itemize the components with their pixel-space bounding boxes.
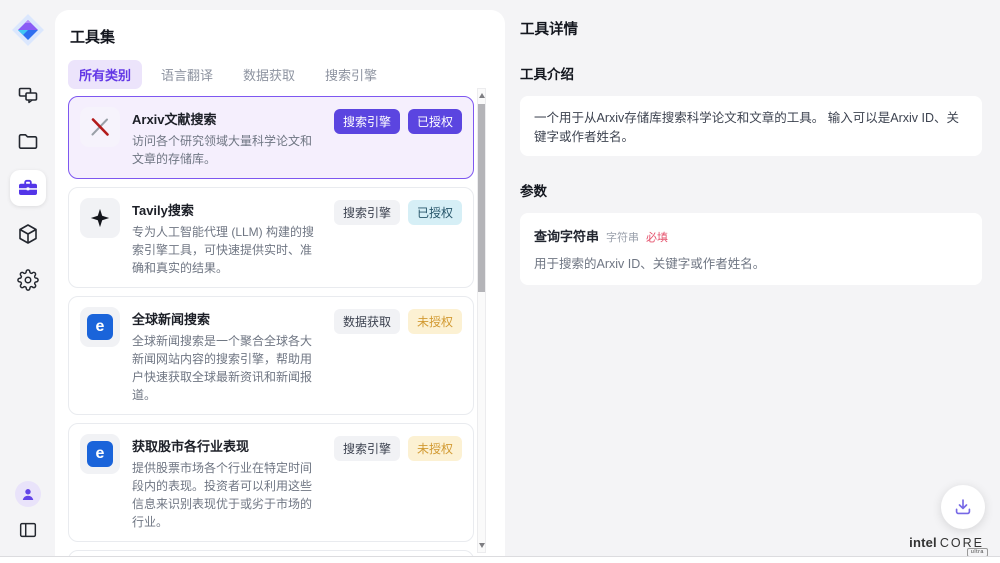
status-badge: 未授权 <box>408 436 462 461</box>
person-icon <box>19 485 37 503</box>
panel-layout-icon <box>17 519 39 541</box>
tool-card-main: 全球新闻搜索 全球新闻搜索是一个聚合全球各大新闻网站内容的搜索引擎，帮助用户快速… <box>132 307 322 404</box>
tools-panel: 工具集 所有类别语言翻译数据获取搜索引擎 Arxiv文献搜索 访问各个研究领域大… <box>55 10 505 557</box>
status-badge: 未授权 <box>408 309 462 334</box>
sidebar-item-files[interactable] <box>10 124 46 160</box>
tool-icon: e <box>80 307 120 347</box>
tool-title: Arxiv文献搜索 <box>132 109 322 128</box>
details-title: 工具详情 <box>520 18 982 39</box>
sidebar-item-chat[interactable] <box>10 78 46 114</box>
tool-card[interactable]: Tavily搜索 专为人工智能代理 (LLM) 构建的搜索引擎工具，可快速提供实… <box>68 187 474 288</box>
scroll-down-arrow[interactable] <box>479 543 485 548</box>
juhe-logo-icon: e <box>87 441 113 467</box>
sidebar-item-plugins[interactable] <box>10 216 46 252</box>
tool-title: 获取股市各行业表现 <box>132 436 322 455</box>
tool-description: 全球新闻搜索是一个聚合全球各大新闻网站内容的搜索引擎，帮助用户快速获取全球最新资… <box>132 332 322 404</box>
tool-description: 访问各个研究领域大量科学论文和文章的存储库。 <box>132 132 322 168</box>
tool-card[interactable]: e 获取市场最活跃股票信息 提供当天交易量最高的股票列表，投资者可以利用这些信息… <box>68 550 474 557</box>
tool-badges: 数据获取 未授权 <box>334 307 462 404</box>
tool-details-panel: 工具详情 工具介绍 一个用于从Arxiv存储库搜索科学论文和文章的工具。 输入可… <box>505 0 1000 556</box>
app-logo-icon <box>10 12 46 48</box>
category-tab[interactable]: 数据获取 <box>232 60 306 89</box>
category-tab[interactable]: 所有类别 <box>68 60 142 89</box>
scroll-up-arrow[interactable] <box>479 93 485 98</box>
sidebar-bottom <box>0 481 55 544</box>
sidebar-item-settings[interactable] <box>10 262 46 298</box>
tool-badges: 搜索引擎 已授权 <box>334 107 462 168</box>
tool-title: Tavily搜索 <box>132 200 322 219</box>
tool-icon <box>80 107 120 147</box>
intro-heading: 工具介绍 <box>520 63 982 83</box>
param-description: 用于搜索的Arxiv ID、关键字或作者姓名。 <box>534 253 968 272</box>
tool-card-main: Tavily搜索 专为人工智能代理 (LLM) 构建的搜索引擎工具，可快速提供实… <box>132 198 322 277</box>
param-item: 查询字符串 字符串 必填 用于搜索的Arxiv ID、关键字或作者姓名。 <box>534 226 968 272</box>
tool-icon: e <box>80 434 120 474</box>
category-badge: 搜索引擎 <box>334 436 400 461</box>
status-badge: 已授权 <box>408 109 462 134</box>
tool-card-main: 获取股市各行业表现 提供股票市场各个行业在特定时间段内的表现。投资者可以利用这些… <box>132 434 322 531</box>
page-title: 工具集 <box>55 10 505 47</box>
sparkle-icon <box>89 207 111 229</box>
tool-card[interactable]: Arxiv文献搜索 访问各个研究领域大量科学论文和文章的存储库。 搜索引擎 已授… <box>68 96 474 179</box>
param-required-flag: 必填 <box>646 229 668 245</box>
tool-description: 提供股票市场各个行业在特定时间段内的表现。投资者可以利用这些信息来识别表现优于或… <box>132 459 322 531</box>
gear-icon <box>17 269 39 291</box>
scrollbar[interactable] <box>477 88 486 553</box>
ultra-badge: ultra <box>967 548 988 557</box>
folder-icon <box>16 130 40 154</box>
cube-icon <box>16 222 40 246</box>
tool-card[interactable]: e 获取股市各行业表现 提供股票市场各个行业在特定时间段内的表现。投资者可以利用… <box>68 423 474 542</box>
params-heading: 参数 <box>520 180 982 200</box>
status-badge: 已授权 <box>408 200 462 225</box>
tool-badges: 搜索引擎 已授权 <box>334 198 462 277</box>
sidebar-nav <box>10 78 46 298</box>
param-head: 查询字符串 字符串 必填 <box>534 226 968 245</box>
intel-wordmark: intel <box>909 535 937 550</box>
intro-text: 一个用于从Arxiv存储库搜索科学论文和文章的工具。 输入可以是Arxiv ID… <box>520 96 982 156</box>
tool-card-list: Arxiv文献搜索 访问各个研究领域大量科学论文和文章的存储库。 搜索引擎 已授… <box>68 96 474 557</box>
tool-icon <box>80 198 120 238</box>
scrollbar-thumb[interactable] <box>478 104 485 292</box>
sidebar <box>0 0 55 556</box>
toolbox-icon <box>16 176 40 200</box>
tool-title: 全球新闻搜索 <box>132 309 322 328</box>
param-list: 查询字符串 字符串 必填 用于搜索的Arxiv ID、关键字或作者姓名。 <box>520 213 982 285</box>
category-tab[interactable]: 搜索引擎 <box>314 60 388 89</box>
tool-card[interactable]: e 全球新闻搜索 全球新闻搜索是一个聚合全球各大新闻网站内容的搜索引擎，帮助用户… <box>68 296 474 415</box>
intel-core-logo: intel CORE ultra <box>909 535 988 550</box>
app-window: 工具集 所有类别语言翻译数据获取搜索引擎 Arxiv文献搜索 访问各个研究领域大… <box>0 0 1000 557</box>
tool-card-main: Arxiv文献搜索 访问各个研究领域大量科学论文和文章的存储库。 <box>132 107 322 168</box>
category-tabs: 所有类别语言翻译数据获取搜索引擎 <box>55 47 505 89</box>
sidebar-item-tools[interactable] <box>10 170 46 206</box>
download-icon <box>952 496 974 518</box>
category-tab[interactable]: 语言翻译 <box>150 60 224 89</box>
category-badge: 数据获取 <box>334 309 400 334</box>
arxiv-logo-icon <box>88 115 112 139</box>
param-name: 查询字符串 <box>534 226 599 245</box>
download-button[interactable] <box>941 485 985 529</box>
category-badge: 搜索引擎 <box>334 109 400 134</box>
tool-description: 专为人工智能代理 (LLM) 构建的搜索引擎工具，可快速提供实时、准确和真实的结… <box>132 223 322 277</box>
category-badge: 搜索引擎 <box>334 200 400 225</box>
juhe-logo-icon: e <box>87 314 113 340</box>
chat-icon <box>16 84 40 108</box>
param-type: 字符串 <box>606 229 639 245</box>
collapse-sidebar-button[interactable] <box>14 516 42 544</box>
tool-badges: 搜索引擎 未授权 <box>334 434 462 531</box>
user-avatar[interactable] <box>15 481 41 507</box>
